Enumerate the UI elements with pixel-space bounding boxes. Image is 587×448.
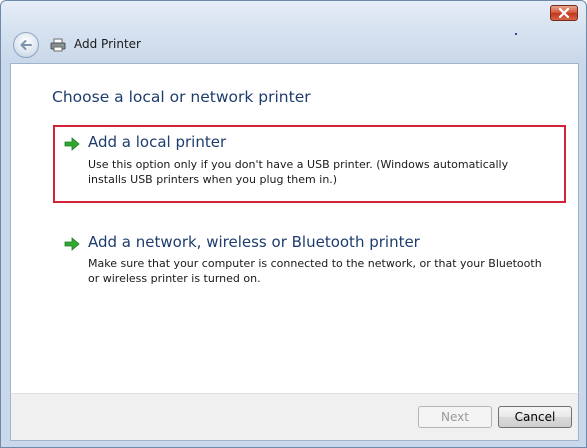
window-title: Add Printer	[74, 37, 141, 51]
cancel-button[interactable]: Cancel	[498, 406, 572, 428]
title-bar: Add Printer	[1, 27, 586, 63]
option-add-local-printer[interactable]: Add a local printer Use this option only…	[53, 125, 566, 203]
close-icon	[558, 8, 570, 18]
printer-icon	[50, 38, 66, 52]
green-arrow-icon	[64, 237, 80, 251]
option-description: Use this option only if you don't have a…	[88, 157, 558, 187]
add-printer-window: Add Printer Choose a local or network pr…	[0, 0, 587, 448]
option-description-line: Make sure that your computer is connecte…	[88, 257, 542, 270]
page-heading: Choose a local or network printer	[52, 88, 311, 106]
back-arrow-icon	[20, 40, 32, 50]
next-button[interactable]: Next	[418, 406, 492, 428]
back-button[interactable]	[13, 32, 39, 58]
option-description: Make sure that your computer is connecte…	[88, 256, 563, 286]
green-arrow-icon	[64, 137, 80, 151]
option-title: Add a network, wireless or Bluetooth pri…	[88, 233, 420, 251]
option-add-network-printer[interactable]: Add a network, wireless or Bluetooth pri…	[55, 231, 565, 293]
option-description-line: installs USB printers when you plug them…	[88, 173, 338, 186]
wizard-footer: Next Cancel	[10, 393, 579, 441]
wizard-content: Choose a local or network printer Add a …	[10, 63, 579, 393]
option-description-line: Use this option only if you don't have a…	[88, 158, 509, 171]
option-description-line: or wireless printer is turned on.	[88, 272, 261, 285]
option-title: Add a local printer	[88, 133, 227, 151]
close-button[interactable]	[550, 5, 578, 21]
